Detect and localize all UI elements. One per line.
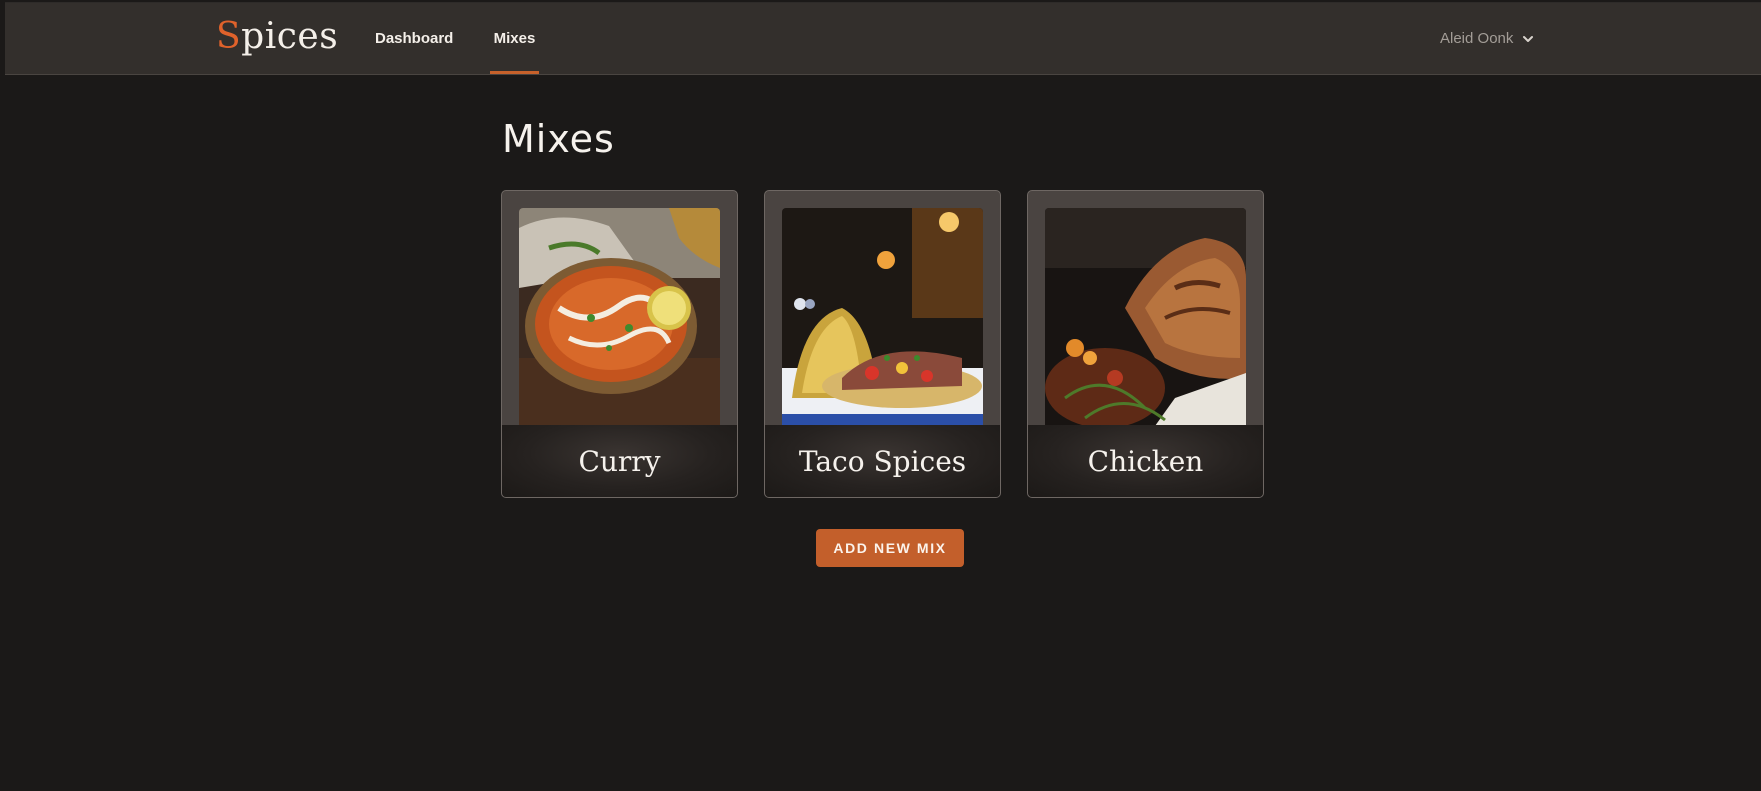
page-title: Mixes xyxy=(502,117,615,161)
app-window: Spices Dashboard Mixes Aleid Oonk Mixes xyxy=(5,2,1761,789)
logo-text: pices xyxy=(241,16,339,57)
card-label: Taco Spices xyxy=(765,425,1000,497)
nav-mixes-label: Mixes xyxy=(493,30,536,47)
active-tab-indicator xyxy=(490,71,539,74)
taco-photo xyxy=(782,208,983,426)
chevron-down-icon xyxy=(1523,35,1534,42)
spices-logo[interactable]: Spices xyxy=(216,15,338,59)
nav-dashboard-label: Dashboard xyxy=(375,30,454,47)
mix-card-taco-spices[interactable]: Taco Spices xyxy=(764,190,1001,498)
top-navigation-bar: Spices Dashboard Mixes Aleid Oonk xyxy=(5,3,1761,75)
mix-card-curry[interactable]: Curry xyxy=(501,190,738,498)
card-label: Curry xyxy=(502,425,737,497)
user-name: Aleid Oonk xyxy=(1440,30,1514,47)
mix-card-list: Curry Taco Spices Chicken xyxy=(501,190,1264,498)
add-new-mix-button[interactable]: ADD NEW MIX xyxy=(816,529,964,567)
curry-photo xyxy=(519,208,720,426)
mix-card-chicken[interactable]: Chicken xyxy=(1027,190,1264,498)
chicken-photo xyxy=(1045,208,1246,426)
card-label: Chicken xyxy=(1028,425,1263,497)
nav-dashboard[interactable]: Dashboard xyxy=(375,3,453,74)
nav-mixes[interactable]: Mixes xyxy=(490,3,539,74)
logo-initial: S xyxy=(216,16,242,57)
user-menu[interactable]: Aleid Oonk xyxy=(1440,3,1535,74)
